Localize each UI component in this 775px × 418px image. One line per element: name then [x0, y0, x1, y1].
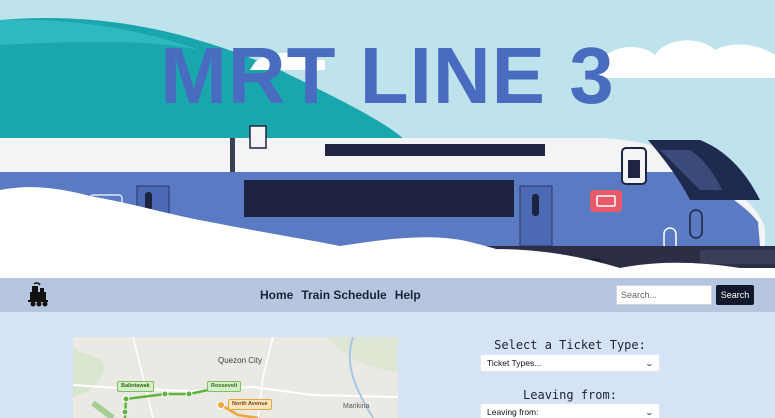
nav-link-home[interactable]: Home: [260, 288, 293, 302]
route-map[interactable]: Quezon City Marikina Balintawak Roosevel…: [73, 337, 398, 418]
ticket-type-selected: Ticket Types...: [487, 358, 542, 368]
leaving-from-select[interactable]: Leaving from: ⌄: [480, 403, 660, 418]
map-city-label: Quezon City: [218, 356, 263, 365]
ticket-type-select[interactable]: Ticket Types... ⌄: [480, 354, 660, 372]
station-label: North Avenue: [228, 399, 272, 410]
hero-banner: MRT LINE 3: [0, 0, 775, 278]
leaving-from-heading: Leaving from:: [523, 388, 617, 402]
train-icon[interactable]: [26, 282, 52, 308]
search-button[interactable]: Search: [716, 285, 754, 305]
map-area-label: Marikina: [343, 403, 370, 410]
search-input[interactable]: [616, 285, 712, 305]
page-title: MRT LINE 3: [160, 31, 615, 120]
nav-link-help[interactable]: Help: [395, 288, 421, 302]
chevron-down-icon: ⌄: [644, 407, 655, 417]
nav-link-train-schedule[interactable]: Train Schedule: [301, 288, 386, 302]
nav-links: Home Train Schedule Help: [260, 278, 421, 312]
ticket-type-heading: Select a Ticket Type:: [494, 338, 646, 352]
chevron-down-icon: ⌄: [644, 358, 655, 368]
station-label: Roosevelt: [207, 381, 242, 392]
leaving-from-selected: Leaving from:: [487, 407, 539, 417]
station-label: Balintawak: [117, 381, 154, 392]
